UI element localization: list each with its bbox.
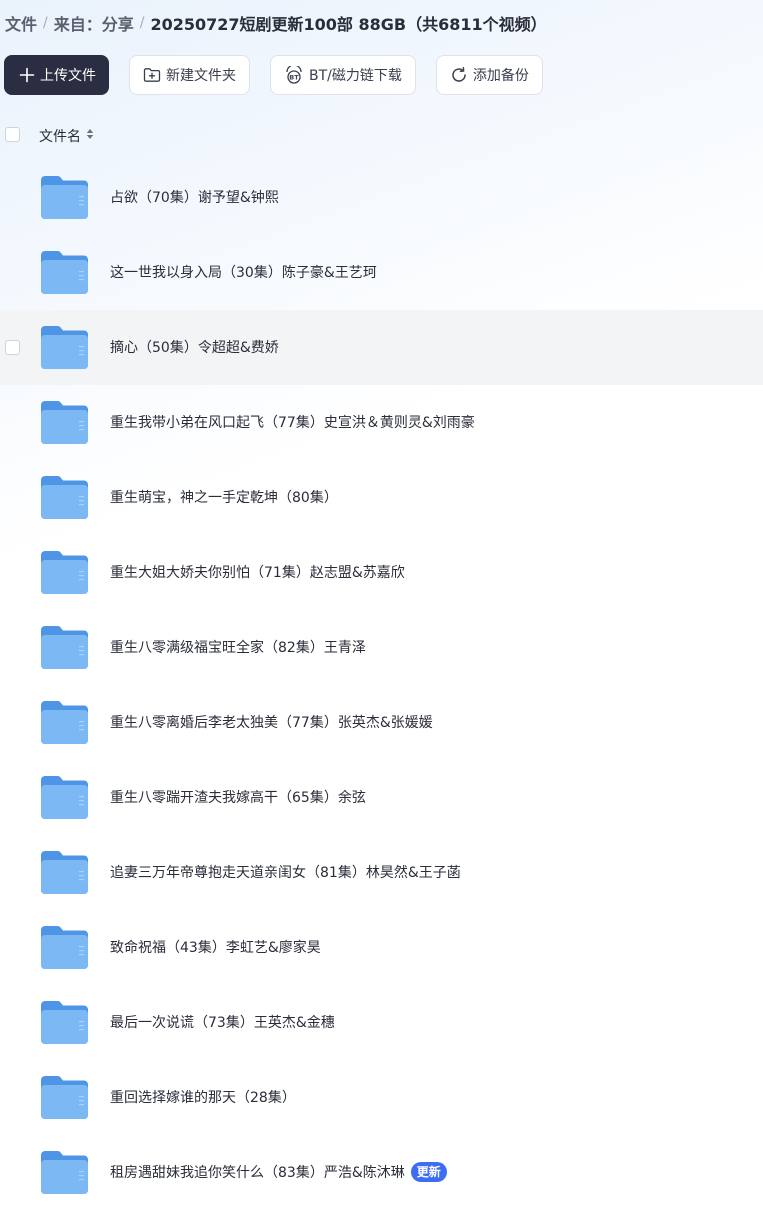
row-name[interactable]: 占欲（70集）谢予望&钟熙 bbox=[110, 187, 279, 207]
update-badge: 更新 bbox=[410, 1162, 447, 1182]
row-name-text: 占欲（70集）谢予望&钟熙 bbox=[110, 190, 279, 206]
row-name[interactable]: 最后一次说谎（73集）王英杰&金穗 bbox=[110, 1012, 335, 1032]
row-name[interactable]: 重生八零满级福宝旺全家（82集）王青泽 bbox=[110, 637, 366, 657]
bt-icon: BT bbox=[284, 66, 304, 84]
row-name[interactable]: 重回选择嫁谁的那天（28集） bbox=[110, 1087, 296, 1107]
folder-icon bbox=[41, 776, 88, 819]
row-name-text: 重生萌宝，神之一手定乾坤（80集） bbox=[110, 490, 338, 506]
upload-button[interactable]: 上传文件 bbox=[4, 55, 109, 95]
folder-plus-icon bbox=[143, 67, 161, 83]
row-name[interactable]: 重生我带小弟在风口起飞（77集）史宣洪＆黄则灵&刘雨豪 bbox=[110, 412, 475, 432]
row-name-text: 最后一次说谎（73集）王英杰&金穗 bbox=[110, 1015, 335, 1031]
table-row[interactable]: 追妻三万年帝尊抱走天道亲闺女（81集）林昊然&王子菡 bbox=[0, 835, 763, 910]
table-row[interactable]: 重生萌宝，神之一手定乾坤（80集） bbox=[0, 460, 763, 535]
breadcrumb-source[interactable]: 来自：分享 bbox=[54, 11, 134, 35]
row-name-text: 致命祝福（43集）李虹艺&廖家昊 bbox=[110, 940, 321, 956]
column-header-name[interactable]: 文件名 bbox=[39, 126, 94, 146]
column-header-name-label: 文件名 bbox=[39, 129, 81, 145]
folder-icon bbox=[41, 551, 88, 594]
bt-download-button[interactable]: BT BT/磁力链下载 bbox=[270, 55, 416, 95]
new-folder-button-label: 新建文件夹 bbox=[166, 68, 236, 84]
row-name[interactable]: 摘心（50集）令超超&费娇 bbox=[110, 337, 279, 357]
breadcrumb-separator: / bbox=[43, 15, 48, 31]
folder-icon bbox=[41, 476, 88, 519]
folder-icon bbox=[41, 1151, 88, 1194]
table-row[interactable]: 占欲（70集）谢予望&钟熙 bbox=[0, 160, 763, 235]
table-row[interactable]: 重生八零踹开渣夫我嫁高干（65集）余弦 bbox=[0, 760, 763, 835]
file-list: 占欲（70集）谢予望&钟熙 这一世我以身入局（30集）陈子豪&王艺珂 摘心（50… bbox=[0, 160, 763, 1210]
add-backup-button-label: 添加备份 bbox=[472, 68, 529, 84]
folder-icon bbox=[41, 326, 88, 369]
row-name-text: 这一世我以身入局（30集）陈子豪&王艺珂 bbox=[110, 265, 377, 281]
row-name-text: 租房遇甜妹我追你笑什么（83集）严浩&陈沐琳 bbox=[110, 1165, 405, 1181]
table-row[interactable]: 重生八零满级福宝旺全家（82集）王青泽 bbox=[0, 610, 763, 685]
select-all-checkbox[interactable] bbox=[5, 127, 20, 142]
row-name[interactable]: 重生八零踹开渣夫我嫁高干（65集）余弦 bbox=[110, 787, 366, 807]
row-name[interactable]: 租房遇甜妹我追你笑什么（83集）严浩&陈沐琳 更新 bbox=[110, 1162, 447, 1182]
table-row[interactable]: 摘心（50集）令超超&费娇 bbox=[0, 310, 763, 385]
refresh-icon bbox=[450, 66, 468, 84]
breadcrumb-separator: / bbox=[139, 15, 145, 31]
row-name-text: 重生八零离婚后李老太独美（77集）张英杰&张媛媛 bbox=[110, 715, 433, 731]
row-name-text: 追妻三万年帝尊抱走天道亲闺女（81集）林昊然&王子菡 bbox=[110, 865, 461, 881]
row-name[interactable]: 重生八零离婚后李老太独美（77集）张英杰&张媛媛 bbox=[110, 712, 433, 732]
row-name[interactable]: 重生萌宝，神之一手定乾坤（80集） bbox=[110, 487, 338, 507]
row-name-text: 摘心（50集）令超超&费娇 bbox=[110, 340, 279, 356]
table-row[interactable]: 重回选择嫁谁的那天（28集） bbox=[0, 1060, 763, 1135]
new-folder-button[interactable]: 新建文件夹 bbox=[129, 55, 250, 95]
table-row[interactable]: 最后一次说谎（73集）王英杰&金穗 bbox=[0, 985, 763, 1060]
breadcrumb: 文件 / 来自：分享 / 20250727短剧更新100部 88GB（共6811… bbox=[5, 10, 547, 36]
table-row[interactable]: 致命祝福（43集）李虹艺&廖家昊 bbox=[0, 910, 763, 985]
row-checkbox[interactable] bbox=[5, 340, 20, 355]
row-name[interactable]: 重生大姐大娇夫你别怕（71集）赵志盟&苏嘉欣 bbox=[110, 562, 405, 582]
folder-icon bbox=[41, 1076, 88, 1119]
row-name[interactable]: 致命祝福（43集）李虹艺&廖家昊 bbox=[110, 937, 321, 957]
upload-button-label: 上传文件 bbox=[40, 68, 96, 84]
table-row[interactable]: 重生大姐大娇夫你别怕（71集）赵志盟&苏嘉欣 bbox=[0, 535, 763, 610]
breadcrumb-root[interactable]: 文件 bbox=[5, 11, 37, 35]
add-backup-button[interactable]: 添加备份 bbox=[435, 55, 543, 95]
table-row[interactable]: 重生我带小弟在风口起飞（77集）史宣洪＆黄则灵&刘雨豪 bbox=[0, 385, 763, 460]
folder-icon bbox=[41, 851, 88, 894]
table-row[interactable]: 重生八零离婚后李老太独美（77集）张英杰&张媛媛 bbox=[0, 685, 763, 760]
bt-download-button-label: BT/磁力链下载 bbox=[309, 68, 402, 84]
row-name-text: 重生八零踹开渣夫我嫁高干（65集）余弦 bbox=[110, 790, 366, 806]
row-name[interactable]: 这一世我以身入局（30集）陈子豪&王艺珂 bbox=[110, 262, 377, 282]
row-name-text: 重回选择嫁谁的那天（28集） bbox=[110, 1090, 296, 1106]
sort-icon[interactable] bbox=[86, 128, 94, 144]
table-row[interactable]: 这一世我以身入局（30集）陈子豪&王艺珂 bbox=[0, 235, 763, 310]
row-name[interactable]: 追妻三万年帝尊抱走天道亲闺女（81集）林昊然&王子菡 bbox=[110, 862, 461, 882]
row-name-text: 重生我带小弟在风口起飞（77集）史宣洪＆黄则灵&刘雨豪 bbox=[110, 415, 475, 431]
folder-icon bbox=[41, 401, 88, 444]
breadcrumb-current: 20250727短剧更新100部 88GB（共6811个视频） bbox=[150, 15, 547, 34]
folder-icon bbox=[41, 251, 88, 294]
folder-icon bbox=[41, 701, 88, 744]
toolbar: 上传文件 新建文件夹 BT BT/磁力链下载 添加备份 bbox=[4, 55, 563, 95]
folder-icon bbox=[41, 1001, 88, 1044]
row-name-text: 重生大姐大娇夫你别怕（71集）赵志盟&苏嘉欣 bbox=[110, 565, 405, 581]
row-name-text: 重生八零满级福宝旺全家（82集）王青泽 bbox=[110, 640, 366, 656]
folder-icon bbox=[41, 176, 88, 219]
list-header: 文件名 bbox=[0, 118, 763, 154]
table-row[interactable]: 租房遇甜妹我追你笑什么（83集）严浩&陈沐琳 更新 bbox=[0, 1135, 763, 1210]
plus-icon bbox=[19, 67, 35, 83]
svg-text:BT: BT bbox=[289, 74, 299, 82]
folder-icon bbox=[41, 626, 88, 669]
folder-icon bbox=[41, 926, 88, 969]
